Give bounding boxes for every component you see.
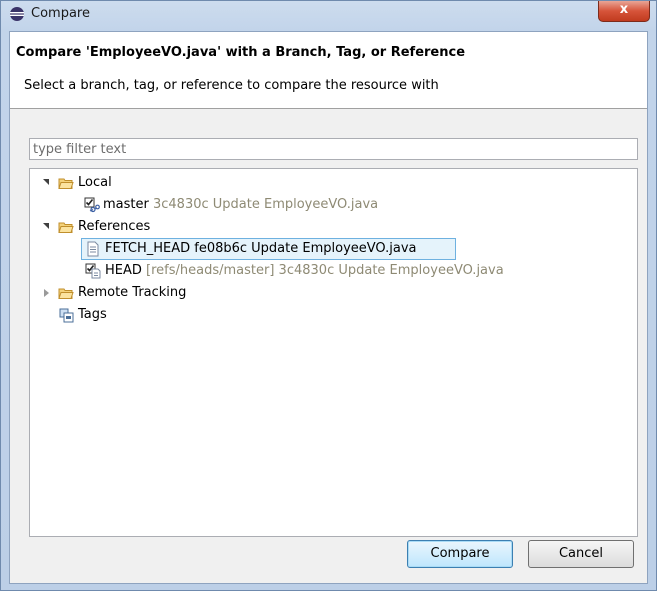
compare-button[interactable]: Compare xyxy=(407,540,513,568)
tree-node-label: Local xyxy=(78,175,112,190)
filter-input[interactable] xyxy=(29,138,638,160)
dialog-title: Compare 'EmployeeVO.java' with a Branch,… xyxy=(16,45,466,60)
tree-node-label: Tags xyxy=(78,307,107,322)
compare-dialog-window: Compare x Compare 'EmployeeVO.java' with… xyxy=(0,0,657,591)
tree-node-label: References xyxy=(78,219,151,234)
ref-detail: 3c4830c Update EmployeeVO.java xyxy=(152,197,379,212)
ref-name: master xyxy=(103,197,149,212)
close-button[interactable]: x xyxy=(598,1,650,22)
expand-arrow-icon[interactable] xyxy=(43,223,49,229)
folder-open-icon xyxy=(58,178,74,189)
dialog-client-area: Compare 'EmployeeVO.java' with a Branch,… xyxy=(9,31,648,584)
window-title: Compare xyxy=(31,6,90,21)
cancel-button[interactable]: Cancel xyxy=(528,540,634,568)
collapse-arrow-icon[interactable] xyxy=(44,289,49,297)
head-ref-icon xyxy=(85,263,101,279)
ref-detail: [refs/heads/master] 3c4830c Update Emplo… xyxy=(146,263,504,278)
dialog-description: Select a branch, tag, or reference to co… xyxy=(24,78,439,93)
branch-checked-icon xyxy=(84,197,100,213)
expand-arrow-icon[interactable] xyxy=(43,179,49,185)
file-icon xyxy=(87,241,99,257)
folder-open-icon xyxy=(58,222,74,233)
dialog-header: Compare 'EmployeeVO.java' with a Branch,… xyxy=(10,32,647,109)
ref-name: FETCH_HEAD fe08b6c Update EmployeeVO.jav… xyxy=(105,241,417,256)
tags-icon xyxy=(59,308,74,323)
title-bar[interactable]: Compare x xyxy=(1,1,656,31)
reference-tree[interactable]: Local master 3c4830c Update EmployeeVO.j… xyxy=(29,168,638,537)
folder-open-icon xyxy=(58,288,74,299)
eclipse-icon xyxy=(10,7,24,21)
tree-node-label: Remote Tracking xyxy=(78,285,187,300)
ref-name: HEAD xyxy=(105,263,142,278)
